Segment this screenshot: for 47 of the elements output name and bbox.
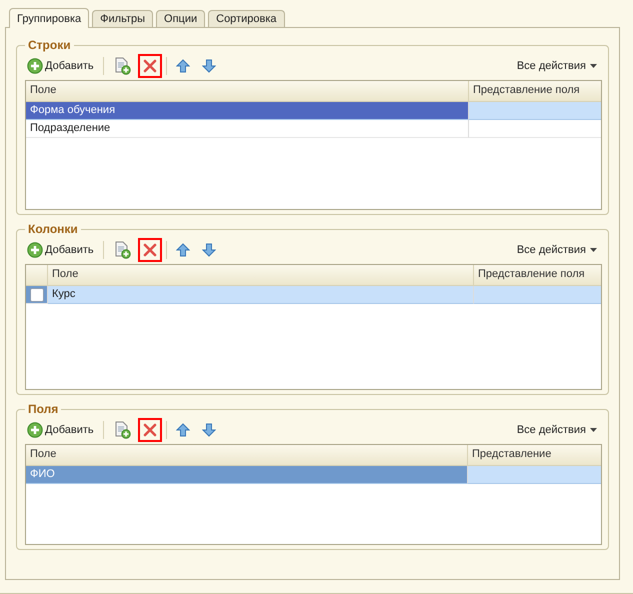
plus-icon [27, 422, 43, 438]
table-cell[interactable] [474, 286, 601, 304]
plus-icon [27, 242, 43, 258]
checkbox[interactable] [30, 288, 44, 302]
column-header[interactable]: Представление [468, 445, 601, 465]
group-title: Поля [27, 402, 60, 416]
document-plus-icon [112, 57, 131, 75]
plus-icon [27, 58, 43, 74]
all-actions-button[interactable]: Все действия [512, 54, 602, 78]
table-cell[interactable] [469, 102, 601, 120]
table-cell[interactable]: Подразделение [26, 120, 469, 138]
arrow-up-icon [176, 423, 190, 437]
all-actions-button[interactable]: Все действия [512, 238, 602, 262]
group-title: Строки [27, 38, 72, 52]
table-cell[interactable]: Форма обучения [26, 102, 469, 120]
delete-button[interactable] [138, 54, 162, 78]
arrow-down-icon [202, 423, 216, 437]
delete-button[interactable] [138, 238, 162, 262]
caret-icon [590, 248, 597, 252]
arrow-down-icon [202, 59, 216, 73]
table-cell[interactable]: Курс [48, 286, 474, 304]
column-header[interactable]: Поле [48, 265, 474, 285]
delete-button[interactable] [138, 418, 162, 442]
group-title: Колонки [27, 222, 79, 236]
add-button[interactable]: Добавить [25, 54, 99, 78]
column-header[interactable]: Представление поля [469, 81, 601, 101]
column-header[interactable]: Представление поля [474, 265, 601, 285]
delete-icon [142, 59, 157, 73]
arrow-up-icon [176, 59, 190, 73]
tab[interactable]: Сортировка [208, 10, 284, 27]
add-button[interactable]: Добавить [25, 418, 99, 442]
document-plus-icon [112, 421, 131, 439]
arrow-down-icon [202, 243, 216, 257]
delete-icon [142, 423, 157, 437]
tab[interactable]: Группировка [9, 8, 90, 28]
table-cell[interactable] [468, 466, 601, 484]
caret-icon [590, 428, 597, 432]
all-actions-button[interactable]: Все действия [512, 418, 602, 442]
column-header[interactable]: Поле [26, 81, 469, 101]
caret-icon [590, 64, 597, 68]
delete-icon [142, 243, 157, 257]
tab[interactable]: Опции [156, 10, 206, 27]
tab[interactable]: Фильтры [92, 10, 154, 27]
document-plus-icon [112, 241, 131, 259]
column-header[interactable]: Поле [26, 445, 468, 465]
arrow-up-icon [176, 243, 190, 257]
add-button[interactable]: Добавить [25, 238, 99, 262]
